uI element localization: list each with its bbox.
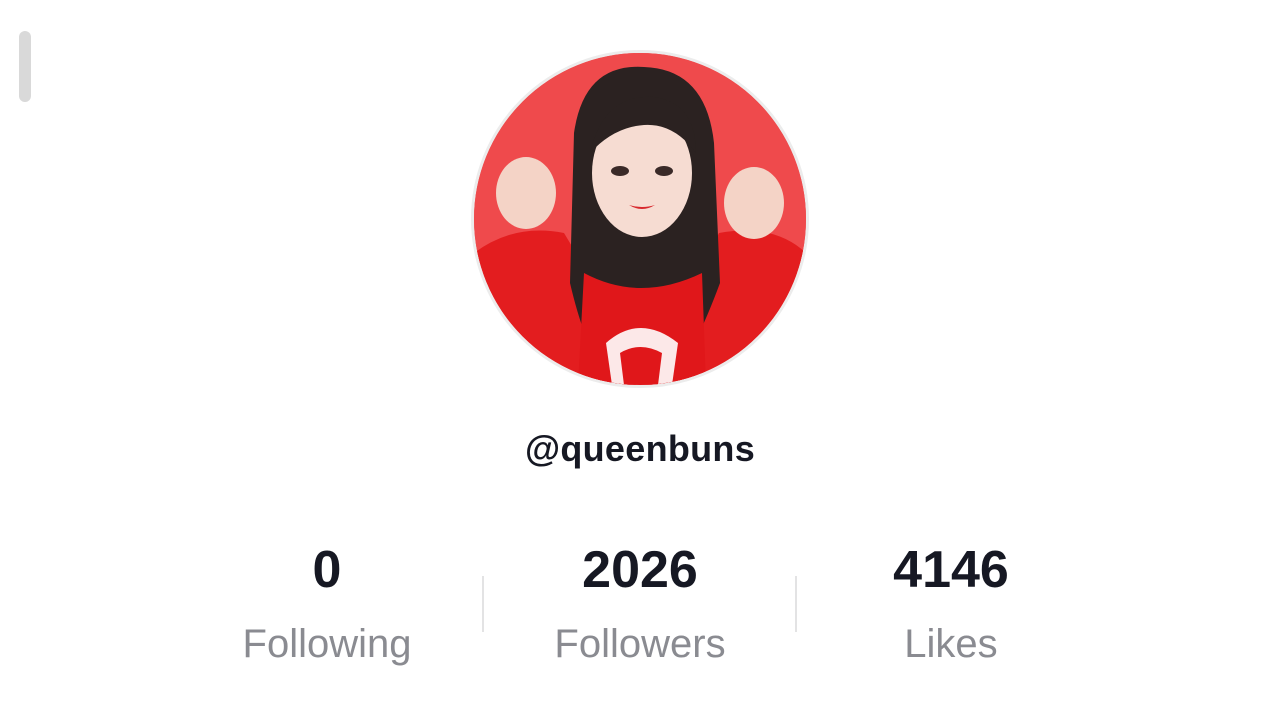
stat-divider [482,576,484,632]
following-count: 0 [312,541,342,599]
followers-label: Followers [554,622,726,666]
likes-label: Likes [904,622,998,666]
username: @queenbuns [524,428,756,469]
profile-stats: 0 Following 2026 Followers 4146 Likes [0,536,1280,676]
avatar[interactable] [471,50,809,388]
profile-photo-icon [474,53,806,385]
stat-divider [795,576,797,632]
stat-following[interactable]: 0 Following [177,536,477,670]
likes-count: 4146 [893,541,1009,599]
following-label: Following [242,622,412,666]
stat-followers[interactable]: 2026 Followers [490,536,790,670]
scroll-indicator[interactable] [19,31,31,102]
stat-likes[interactable]: 4146 Likes [801,536,1101,670]
profile-page: @queenbuns 0 Following 2026 Followers 41… [0,0,1280,720]
followers-count: 2026 [582,541,698,599]
